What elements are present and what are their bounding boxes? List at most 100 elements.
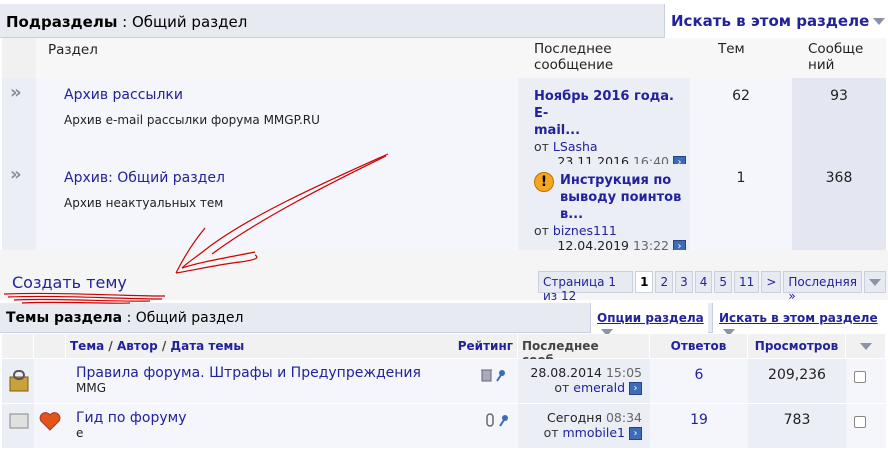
sort-by-topic[interactable]: Тема	[70, 339, 104, 353]
page-link[interactable]: 4	[694, 271, 713, 293]
forum-row: Архив рассылки Архив e-mail рассылки фор…	[36, 78, 518, 164]
topics-search-button[interactable]: Искать в этом разделе	[712, 303, 888, 336]
forum-description: Архив неактуальных тем	[64, 196, 224, 210]
trash-icon	[481, 369, 492, 382]
col-threads-label: Тем	[718, 41, 745, 57]
last-post-title-line2: выводу поинтов в...	[560, 190, 682, 222]
page-next[interactable]: >	[761, 271, 782, 293]
date-text: 28.08.2014	[530, 365, 602, 380]
dropdown-icon	[873, 18, 886, 25]
col-replies-header[interactable]: Ответов	[650, 334, 748, 358]
last-post-user-link[interactable]: mmobile1	[562, 425, 625, 440]
topic-row: Гид по форуму e	[66, 404, 518, 448]
sort-by-rating[interactable]: Рейтинг	[458, 339, 513, 353]
col-last-header: Последнее сообщение	[518, 38, 690, 78]
sort-by-date[interactable]: Дата темы	[170, 339, 244, 353]
col-last-label-1: Последнее	[534, 41, 612, 57]
topic-link[interactable]: Гид по форуму	[76, 410, 187, 426]
last-post-title[interactable]: ! Инструкция по выводу поинтов в...	[534, 172, 690, 223]
page-last[interactable]: Последняя »	[783, 271, 862, 303]
page-link[interactable]: 3	[675, 271, 693, 293]
forum-threads-count: 62	[690, 78, 792, 164]
forum-link[interactable]: Архив: Общий раздел	[64, 170, 225, 186]
by-prefix: от	[534, 223, 549, 238]
folder-icon	[9, 413, 29, 429]
last-post-author: от emerald ›	[518, 380, 642, 395]
col-posts-header: Сообще ний	[792, 38, 886, 78]
page-link[interactable]: 11	[734, 271, 760, 293]
sort-by-views[interactable]: Просмотров	[755, 339, 838, 353]
col-select-header[interactable]	[846, 334, 886, 358]
posts-value: 93	[830, 88, 848, 104]
by-prefix: от	[534, 139, 549, 154]
last-post-user-link[interactable]: emerald	[573, 380, 625, 395]
forum-posts-count: 368	[792, 164, 886, 250]
topic-link[interactable]: Правила форума. Штрафы и Предупреждения	[76, 365, 421, 381]
topic-row: Правила форума. Штрафы и Предупреждения …	[66, 359, 518, 403]
views-value: 783	[783, 412, 811, 428]
topic-last-post: Сегодня 08:34 от mmobile1 ›	[518, 404, 650, 448]
subforums-search-button[interactable]: Искать в этом разделе	[664, 4, 888, 38]
last-post-user-link[interactable]: LSasha	[553, 139, 598, 154]
forum-link[interactable]: Архив рассылки	[64, 87, 183, 103]
subforums-label: Подразделы	[6, 13, 118, 31]
forum-threads-count: 1	[690, 164, 792, 250]
section-options-button[interactable]: Опции раздела	[590, 303, 708, 336]
subforums-section-name: Общий раздел	[131, 13, 248, 31]
topics-search-label: Искать в этом разделе	[719, 311, 878, 325]
forum-arrow-icon: »	[10, 82, 22, 103]
topics-label: Темы раздела	[6, 310, 123, 326]
by-prefix: от	[543, 425, 559, 440]
topics-title: Темы раздела : Общий раздел	[6, 310, 244, 326]
col-views-header[interactable]: Просмотров	[748, 334, 846, 358]
topic-replies: 6	[650, 359, 748, 403]
forum-last-post: ! Инструкция по выводу поинтов в... от bi…	[518, 164, 690, 253]
col-section-label: Раздел	[48, 42, 98, 58]
last-post-user-link[interactable]: biznes111	[553, 223, 617, 238]
by-prefix: от	[554, 380, 570, 395]
page-link[interactable]: 5	[714, 271, 733, 293]
pager-menu-button[interactable]	[864, 271, 886, 293]
subforums-header: Подразделы : Общий раздел Искать в этом …	[0, 4, 888, 38]
col-last-post-header[interactable]: Последнее сооб...	[518, 334, 650, 367]
last-post-title-line1: Инструкция по	[560, 173, 672, 188]
sticky-pin-icon	[499, 415, 508, 427]
topic-checkbox[interactable]	[854, 416, 866, 428]
col-posts-label-1: Сообще	[808, 41, 864, 57]
topics-section-name: Общий раздел	[135, 310, 244, 326]
col-topic-header: Тема / Автор / Дата темы Рейтинг	[66, 334, 518, 358]
forum-posts-count: 93	[792, 78, 886, 164]
last-post-author: от biznes111	[534, 223, 690, 238]
col-icon-header	[2, 38, 36, 78]
topic-views: 209,236	[748, 359, 846, 403]
sort-by-replies[interactable]: Ответов	[671, 339, 727, 353]
go-to-post-icon[interactable]: ›	[629, 427, 642, 440]
forum-last-post: Ноябрь 2016 года. E-mail... от LSasha 23…	[518, 78, 690, 169]
topic-author: e	[76, 426, 84, 440]
col-posts-label-2: ний	[808, 57, 835, 73]
sort-by-author[interactable]: Автор	[117, 339, 158, 353]
posts-value: 368	[825, 170, 853, 186]
heart-icon	[39, 412, 61, 431]
last-post-title[interactable]: Ноябрь 2016 года. E-mail...	[534, 88, 690, 139]
views-value: 209,236	[768, 367, 826, 383]
section-options-label: Опции раздела	[597, 311, 704, 325]
replies-value[interactable]: 19	[690, 412, 708, 428]
attachment-icon	[486, 413, 494, 427]
go-to-post-icon[interactable]: ›	[629, 382, 642, 395]
topic-status	[2, 404, 34, 448]
subforums-title: Подразделы : Общий раздел	[6, 13, 248, 31]
forum-description: Архив e-mail рассылки форума MMGP.RU	[64, 113, 320, 127]
page-link[interactable]: 2	[655, 271, 674, 293]
topic-author: MMG	[76, 381, 107, 395]
replies-value[interactable]: 6	[695, 367, 704, 383]
topic-replies: 19	[650, 404, 748, 448]
new-topic-link[interactable]: Создать тему	[12, 273, 127, 292]
topic-icon	[34, 359, 66, 403]
page-current: 1	[635, 271, 654, 293]
last-post-title-line2: mail...	[534, 123, 581, 138]
topic-flags	[481, 369, 505, 382]
topic-flags	[486, 413, 508, 427]
topic-checkbox[interactable]	[854, 371, 866, 383]
topic-last-post: 28.08.2014 15:05 от emerald ›	[518, 359, 650, 403]
